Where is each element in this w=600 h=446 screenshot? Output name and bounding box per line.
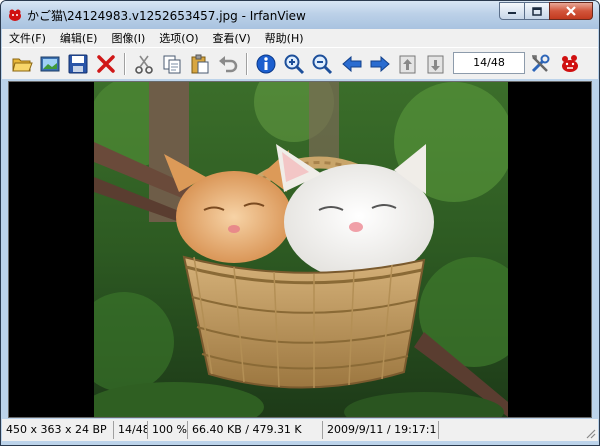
next-arrow-icon: [370, 55, 390, 73]
prev-page-icon: [399, 55, 416, 74]
settings-button[interactable]: [528, 52, 552, 76]
exit-button[interactable]: [558, 52, 582, 76]
prev-arrow-icon: [342, 55, 362, 73]
copy-button[interactable]: [160, 52, 184, 76]
maximize-button[interactable]: [524, 2, 550, 20]
exit-icon: [562, 55, 578, 72]
slideshow-button[interactable]: [38, 52, 62, 76]
zoom-out-icon: [312, 54, 333, 75]
delete-icon: [97, 55, 115, 73]
previous-page-button[interactable]: [396, 52, 420, 76]
slideshow-icon: [40, 56, 60, 72]
previous-image-button[interactable]: [340, 52, 364, 76]
menu-file[interactable]: 文件(F): [2, 30, 53, 46]
irfanview-app-icon[interactable]: [7, 7, 23, 23]
save-button[interactable]: [66, 52, 90, 76]
status-bar: 450 x 363 x 24 BP 14/48 100 % 66.40 KB /…: [2, 419, 598, 441]
menu-edit[interactable]: 编辑(E): [53, 30, 105, 46]
undo-icon: [219, 56, 238, 73]
image-viewer[interactable]: [8, 81, 592, 418]
menu-image[interactable]: 图像(I): [104, 30, 152, 46]
zoom-in-button[interactable]: [282, 52, 306, 76]
status-image-dimensions: 450 x 363 x 24 BP: [2, 421, 114, 439]
open-button[interactable]: [10, 52, 34, 76]
status-zoom: 100 %: [148, 421, 188, 439]
next-page-button[interactable]: [424, 52, 448, 76]
next-page-icon: [427, 55, 444, 74]
menu-help[interactable]: 帮助(H): [258, 30, 311, 46]
info-icon: [256, 54, 276, 74]
resize-grip-icon[interactable]: [584, 427, 596, 439]
status-image-index: 14/48: [114, 421, 148, 439]
menu-bar: 文件(F) 编辑(E) 图像(I) 选项(O) 查看(V) 帮助(H): [2, 29, 598, 47]
maximize-icon: [532, 6, 542, 16]
irfanview-window: かご猫\24124983.v1252653457.jpg - IrfanView…: [0, 0, 600, 446]
status-file-size: 66.40 KB / 479.31 K: [188, 421, 323, 439]
zoom-out-button[interactable]: [310, 52, 334, 76]
info-button[interactable]: [254, 52, 278, 76]
page-indicator[interactable]: 14/48: [453, 52, 525, 74]
save-icon: [68, 54, 88, 74]
close-button[interactable]: [549, 2, 593, 20]
delete-button[interactable]: [94, 52, 118, 76]
next-image-button[interactable]: [368, 52, 392, 76]
cut-icon: [135, 55, 153, 74]
displayed-photo: [94, 82, 508, 417]
paste-icon: [191, 54, 209, 74]
minimize-button[interactable]: [499, 2, 525, 20]
undo-button[interactable]: [216, 52, 240, 76]
menu-options[interactable]: 选项(O): [152, 30, 205, 46]
window-title: かご猫\24124983.v1252653457.jpg - IrfanView: [27, 9, 306, 23]
title-bar[interactable]: かご猫\24124983.v1252653457.jpg - IrfanView: [1, 1, 599, 29]
open-folder-icon: [12, 58, 33, 72]
status-datetime: 2009/9/11 / 19:17:1: [323, 421, 439, 439]
paste-button[interactable]: [188, 52, 212, 76]
minimize-icon: [508, 12, 516, 14]
close-icon: [566, 6, 576, 16]
zoom-in-icon: [284, 54, 305, 75]
menu-view[interactable]: 查看(V): [206, 30, 258, 46]
toolbar: 14/48: [2, 47, 598, 79]
toolbar-separator: [124, 53, 126, 75]
cut-button[interactable]: [132, 52, 156, 76]
toolbar-separator: [246, 53, 248, 75]
copy-icon: [163, 55, 181, 74]
window-controls: [499, 2, 593, 20]
settings-icon: [531, 54, 550, 73]
